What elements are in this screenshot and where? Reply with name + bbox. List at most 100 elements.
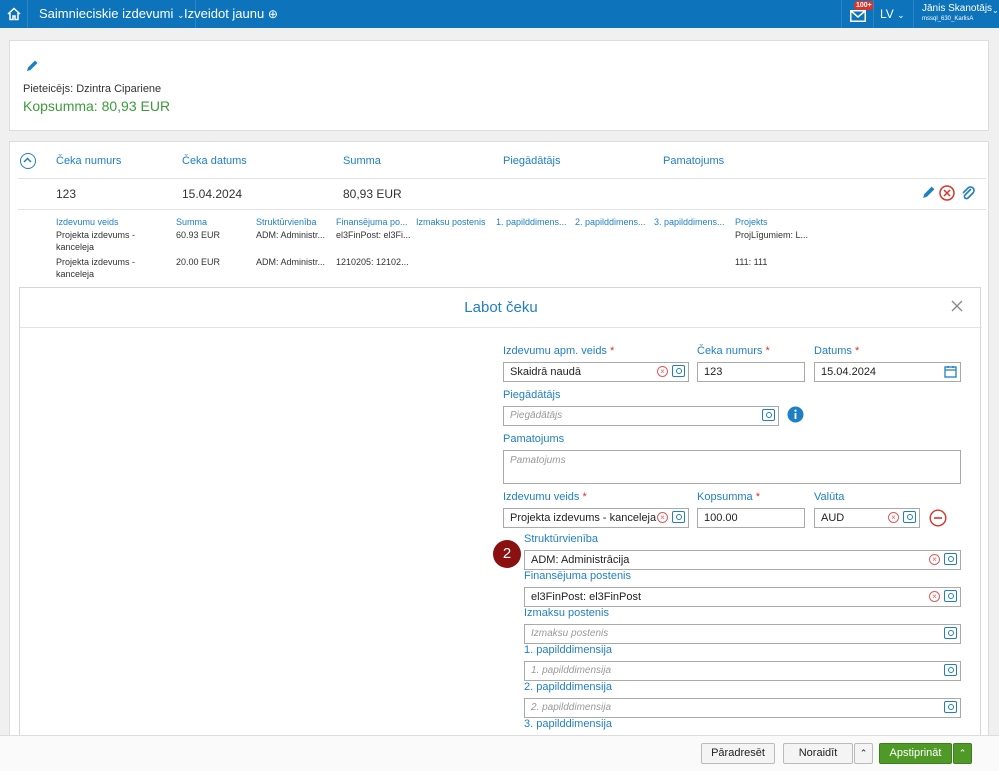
- edit-pencil-icon[interactable]: [25, 59, 39, 73]
- label-text: Datums: [814, 345, 852, 357]
- label-dim3: 3. papilddimensija: [524, 718, 613, 730]
- dim1-field[interactable]: 1. papilddimensija: [524, 661, 961, 681]
- lookup-icon[interactable]: [672, 511, 685, 523]
- lookup-icon[interactable]: [944, 701, 957, 713]
- label-text: Kopsumma: [697, 491, 753, 503]
- lookup-icon[interactable]: [944, 553, 957, 565]
- field-placeholder: Piegādātājs: [510, 410, 563, 421]
- label-structural-unit: Struktūrvienība: [524, 533, 598, 545]
- approve-options-button[interactable]: ⌃: [953, 743, 972, 764]
- label-expense-type: Izdevumu veids *: [503, 491, 587, 503]
- expense-type-field[interactable]: Projekta izdevums - kanceleja ×: [503, 508, 689, 528]
- sub-row-1-financing: el3FinPost: el3Fi...: [336, 230, 411, 240]
- menu-create-new[interactable]: Izveidot jaunu ⊕: [174, 0, 288, 28]
- field-value: Skaidrā naudā: [510, 366, 581, 378]
- sub-header-dim3: 3. papilddimens...: [654, 217, 725, 227]
- currency-field[interactable]: AUD ×: [814, 508, 920, 528]
- remove-line-icon[interactable]: [929, 509, 947, 527]
- clear-icon[interactable]: ×: [929, 553, 940, 565]
- clear-icon[interactable]: ×: [657, 511, 668, 523]
- label-text: Izdevumu apm. veids: [503, 345, 607, 357]
- top-navigation-bar: Saimnieciskie izdevumi ⌄ Izveidot jaunu …: [0, 0, 999, 28]
- label-dim2: 2. papilddimensija: [524, 681, 613, 693]
- cost-item-field[interactable]: Izmaksu postenis: [524, 624, 961, 644]
- collapse-toggle[interactable]: [20, 153, 36, 169]
- required-star: *: [610, 345, 615, 357]
- chevron-down-icon: ⌄: [897, 10, 905, 20]
- sub-row-1-unit: ADM: Administr...: [256, 230, 326, 240]
- sub-header-dim1: 1. papilddimens...: [496, 217, 567, 227]
- close-icon[interactable]: [949, 298, 965, 314]
- clear-icon[interactable]: ×: [888, 511, 899, 523]
- home-button[interactable]: [0, 0, 28, 28]
- label-total: Kopsumma *: [697, 491, 760, 503]
- calendar-icon[interactable]: [944, 365, 957, 378]
- reject-button[interactable]: Noraidīt: [783, 743, 853, 764]
- divider: [18, 178, 986, 179]
- field-value: ADM: Administrācija: [531, 554, 630, 566]
- lookup-icon[interactable]: [672, 365, 685, 377]
- notifications-button[interactable]: 100+: [841, 0, 874, 28]
- structural-unit-field[interactable]: ADM: Administrācija ×: [524, 550, 961, 570]
- financing-item-field[interactable]: el3FinPost: el3FinPost ×: [524, 587, 961, 607]
- field-placeholder: Izmaksu postenis: [531, 628, 609, 639]
- mail-icon: [849, 10, 866, 22]
- field-placeholder: 1. papilddimensija: [531, 665, 612, 676]
- column-header-receipt-date: Čeka datums: [182, 155, 247, 167]
- delete-icon[interactable]: [939, 185, 955, 201]
- column-header-supplier: Piegādātājs: [503, 155, 561, 167]
- sub-header-financing: Finansējuma po...: [336, 217, 408, 227]
- sub-header-amount: Summa: [176, 217, 208, 227]
- date-field[interactable]: 15.04.2024: [814, 362, 961, 382]
- required-star: *: [854, 345, 860, 357]
- forward-button[interactable]: Pāradresēt: [701, 743, 775, 764]
- receipt-date-cell: 15.04.2024: [182, 187, 243, 201]
- supplier-field[interactable]: Piegādātājs: [503, 406, 779, 426]
- field-value: 100.00: [704, 512, 738, 524]
- lookup-icon[interactable]: [944, 664, 957, 676]
- chevron-up-icon: [23, 157, 32, 163]
- menu-create-new-label: Izveidot jaunu: [184, 6, 265, 21]
- attachment-icon[interactable]: [960, 185, 976, 201]
- receipt-number-cell: 123: [56, 187, 77, 201]
- user-database: mssql_630_KarlisA: [922, 16, 974, 22]
- sub-row-1-type: Projekta izdevums - kanceleja: [56, 230, 136, 252]
- total-amount: Kopsumma: 80,93 EUR: [23, 98, 171, 114]
- total-field[interactable]: 100.00: [697, 508, 805, 528]
- sub-row-2-type: Projekta izdevums - kanceleja: [56, 257, 136, 279]
- column-header-basis: Pamatojums: [663, 155, 725, 167]
- language-selector[interactable]: LV ⌄: [873, 0, 913, 28]
- receipt-number-field[interactable]: 123: [697, 362, 805, 382]
- label-basis: Pamatojums: [503, 433, 565, 445]
- edit-icon[interactable]: [921, 185, 936, 200]
- lookup-icon[interactable]: [944, 627, 957, 639]
- menu-business-expenses[interactable]: Saimnieciskie izdevumi ⌄: [29, 0, 196, 28]
- requester-text: Pieteicējs: Dzintra Cipariene: [23, 83, 162, 95]
- modal-title: Labot čeku: [20, 288, 982, 328]
- edit-receipt-modal: Labot čeku Izdevumu apm. veids * Skaidrā…: [19, 287, 982, 771]
- label-dim1: 1. papilddimensija: [524, 644, 613, 656]
- expense-pay-type-field[interactable]: Skaidrā naudā ×: [503, 362, 689, 382]
- dim2-field[interactable]: 2. papilddimensija: [524, 698, 961, 718]
- lookup-icon[interactable]: [903, 511, 916, 523]
- chevron-up-icon: ⌃: [958, 748, 967, 758]
- chevron-down-icon: ⌄: [992, 6, 999, 15]
- lookup-icon[interactable]: [944, 590, 957, 602]
- clear-icon[interactable]: ×: [929, 590, 940, 602]
- lookup-icon[interactable]: [762, 409, 775, 421]
- sub-row-2-amount: 20.00 EUR: [176, 257, 221, 267]
- reject-options-button[interactable]: ⌃: [854, 743, 873, 764]
- clear-icon[interactable]: ×: [657, 365, 668, 377]
- user-menu[interactable]: Jānis Skanotājs mssql_630_KarlisA ⌄: [913, 0, 999, 28]
- info-icon[interactable]: [787, 406, 804, 423]
- sub-header-dim2: 2. papilddimens...: [575, 217, 646, 227]
- column-header-receipt-number: Čeka numurs: [56, 155, 122, 167]
- approve-button[interactable]: Apstiprināt: [879, 743, 952, 764]
- sub-row-1-amount: 60.93 EUR: [176, 230, 221, 240]
- receipt-amount-cell: 80,93 EUR: [343, 187, 402, 201]
- language-label: LV: [880, 7, 894, 21]
- field-placeholder: Pamatojums: [510, 455, 566, 466]
- label-currency: Valūta: [814, 491, 845, 503]
- label-receipt-number: Čeka numurs *: [697, 345, 770, 357]
- basis-textarea[interactable]: Pamatojums: [503, 450, 961, 484]
